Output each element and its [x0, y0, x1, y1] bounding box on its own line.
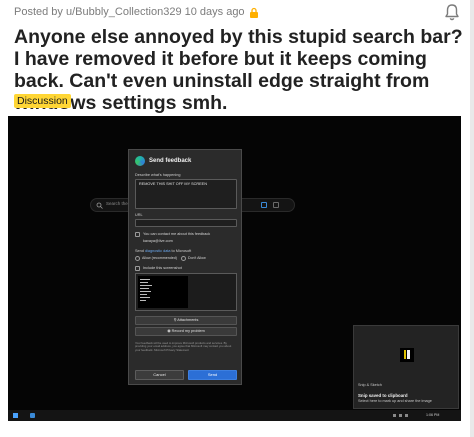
include-screenshot-label: Include this screenshot: [143, 266, 182, 270]
url-field: [135, 219, 237, 227]
bing-icon: [261, 202, 267, 208]
windows-start-icon: [13, 413, 18, 418]
terminal-thumbnail: [138, 276, 188, 308]
post-flair[interactable]: Discussion: [14, 94, 71, 108]
search-icon: [96, 202, 103, 209]
contact-label: You can contact me about this feedback: [143, 232, 211, 236]
snip-toast: Snip & Sketch Snip saved to clipboard Se…: [353, 325, 459, 409]
feedback-dialog: Send feedback Describe what's happening …: [128, 149, 242, 385]
post-image[interactable]: Search the w Send feedback Describe what…: [8, 116, 461, 421]
dialog-header: Send feedback: [135, 156, 191, 166]
taskbar-app-icon: [30, 413, 35, 418]
toast-app-name: Snip & Sketch: [358, 383, 382, 387]
allow-option-label: Allow (recommended): [142, 256, 177, 260]
diagnostic-label: Send diagnostic data to Microsoft: [135, 249, 191, 253]
dont-allow-option-label: Don't Allow: [188, 256, 206, 260]
describe-value: REMOVE THIS SHIT OFF MY SCREEN: [139, 182, 207, 186]
preview-cursor: [407, 350, 410, 359]
contact-email: kavaya@live.com: [143, 239, 173, 243]
diagnostic-prefix: Send: [135, 249, 144, 253]
bell-icon[interactable]: [442, 2, 462, 22]
diagnostic-suffix: to Microsoft: [171, 249, 192, 253]
screenshot-thumbnail: [135, 273, 237, 311]
dialog-title: Send feedback: [149, 158, 192, 164]
record-label: Record my problem: [171, 329, 205, 333]
windows-taskbar: 1:06 PM: [8, 410, 461, 421]
scrollbar-track[interactable]: [470, 0, 474, 437]
cancel-button: Cancel: [135, 370, 184, 380]
post-title[interactable]: Anyone else annoyed by this stupid searc…: [14, 26, 466, 114]
describe-textarea: REMOVE THIS SHIT OFF MY SCREEN: [135, 179, 237, 209]
allow-radio: [135, 256, 140, 261]
url-label: URL: [135, 213, 143, 217]
attachments-button: ⚲ Attachments: [135, 316, 237, 325]
describe-label: Describe what's happening: [135, 173, 181, 177]
camera-icon: [273, 202, 279, 208]
post-meta[interactable]: Posted by u/Bubbly_Collection329 10 days…: [14, 6, 245, 18]
system-tray-icons: [393, 414, 421, 417]
taskbar-clock: 1:06 PM: [426, 413, 440, 417]
edge-logo-icon: [135, 156, 145, 166]
diagnostic-link: diagnostic data: [144, 249, 171, 253]
include-screenshot-checkbox: [135, 266, 140, 271]
record-problem-button: ◉ Record my problem: [135, 327, 237, 336]
attachments-label: Attachments: [177, 318, 199, 322]
snip-preview: [400, 348, 414, 362]
contact-checkbox: [135, 232, 140, 237]
preview-highlight: [404, 350, 406, 359]
lock-icon: [249, 7, 259, 18]
toast-title: Snip saved to clipboard: [358, 393, 408, 398]
toast-body: Select here to mark up and share the ima…: [358, 399, 432, 403]
fine-print: Your feedback will be used to improve Mi…: [135, 341, 232, 352]
send-button: Send: [188, 370, 237, 380]
dont-allow-radio: [181, 256, 186, 261]
post-meta-row: Posted by u/Bubbly_Collection329 10 days…: [14, 4, 259, 20]
